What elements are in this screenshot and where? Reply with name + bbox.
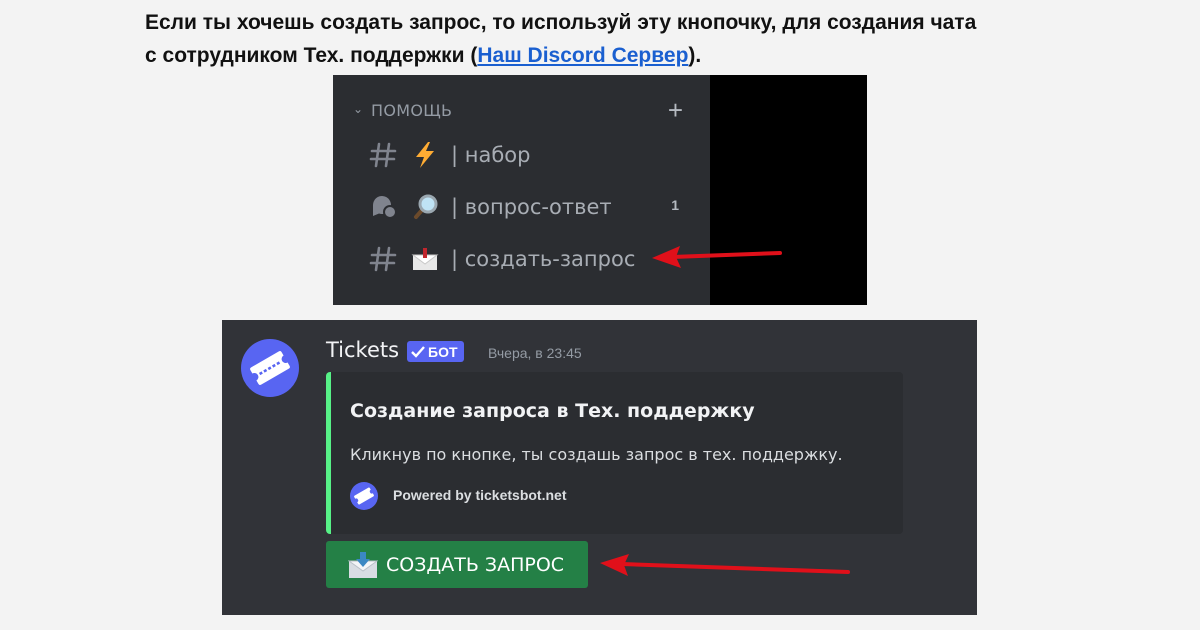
intro-text: Если ты хочешь создать запрос, то исполь… bbox=[145, 6, 1065, 72]
unread-badge: 1 bbox=[671, 197, 679, 213]
intro-line-2: с сотрудником Тех. поддержки (Наш Discor… bbox=[145, 39, 1065, 72]
forum-icon bbox=[369, 193, 399, 221]
magnifier-emoji bbox=[411, 193, 439, 221]
channel-name: | набор bbox=[451, 143, 531, 167]
chevron-down-icon: ⌄ bbox=[353, 102, 364, 116]
hash-icon bbox=[369, 245, 399, 273]
embed-description: Кликнув по кнопке, ты создашь запрос в т… bbox=[350, 445, 843, 464]
author-name[interactable]: Tickets bbox=[326, 338, 399, 362]
channel-item-vopros-otvet[interactable]: | вопрос-ответ 1 bbox=[369, 187, 691, 227]
intro-line-2-end: ). bbox=[688, 44, 702, 67]
category-label: ПОМОЩЬ bbox=[371, 101, 453, 120]
verified-check-icon bbox=[411, 345, 425, 358]
inbox-emoji bbox=[411, 245, 439, 273]
bot-tag: БОТ bbox=[407, 341, 464, 362]
red-arrow-icon bbox=[652, 246, 782, 268]
create-ticket-button[interactable]: СОЗДАТЬ ЗАПРОС bbox=[326, 541, 588, 588]
channel-name: | вопрос-ответ bbox=[451, 195, 612, 219]
intro-line-1: Если ты хочешь создать запрос, то исполь… bbox=[145, 11, 977, 34]
add-channel-icon[interactable]: + bbox=[668, 95, 683, 126]
embed-footer-text: Powered by ticketsbot.net bbox=[393, 487, 567, 503]
category-help[interactable]: ⌄ ПОМОЩЬ + bbox=[353, 95, 683, 125]
bot-tag-label: БОТ bbox=[428, 343, 458, 360]
channel-list-screenshot: ⌄ ПОМОЩЬ + | набор | вопрос-ответ 1 | со… bbox=[333, 75, 867, 305]
channel-name: | создать-запрос bbox=[451, 247, 636, 271]
create-ticket-button-label: СОЗДАТЬ ЗАПРОС bbox=[386, 553, 565, 576]
ticket-embed: Создание запроса в Тех. поддержку Кликну… bbox=[326, 372, 903, 534]
ticketsbot-footer-icon bbox=[350, 482, 378, 510]
message-timestamp: Вчера, в 23:45 bbox=[488, 345, 582, 361]
channel-item-sozdat-zapros[interactable]: | создать-запрос bbox=[369, 239, 691, 279]
embed-title: Создание запроса в Тех. поддержку bbox=[350, 400, 755, 422]
envelope-download-icon bbox=[348, 551, 378, 578]
tickets-bot-avatar[interactable] bbox=[241, 339, 299, 397]
intro-line-2-start: с сотрудником Тех. поддержки ( bbox=[145, 44, 478, 67]
red-arrow-icon bbox=[600, 554, 850, 576]
discord-server-link[interactable]: Наш Discord Сервер bbox=[477, 44, 688, 67]
lightning-emoji bbox=[411, 141, 439, 169]
channel-sidebar: ⌄ ПОМОЩЬ + | набор | вопрос-ответ 1 | со… bbox=[333, 75, 710, 305]
channel-item-nabor[interactable]: | набор bbox=[369, 135, 691, 175]
hash-icon bbox=[369, 141, 399, 169]
